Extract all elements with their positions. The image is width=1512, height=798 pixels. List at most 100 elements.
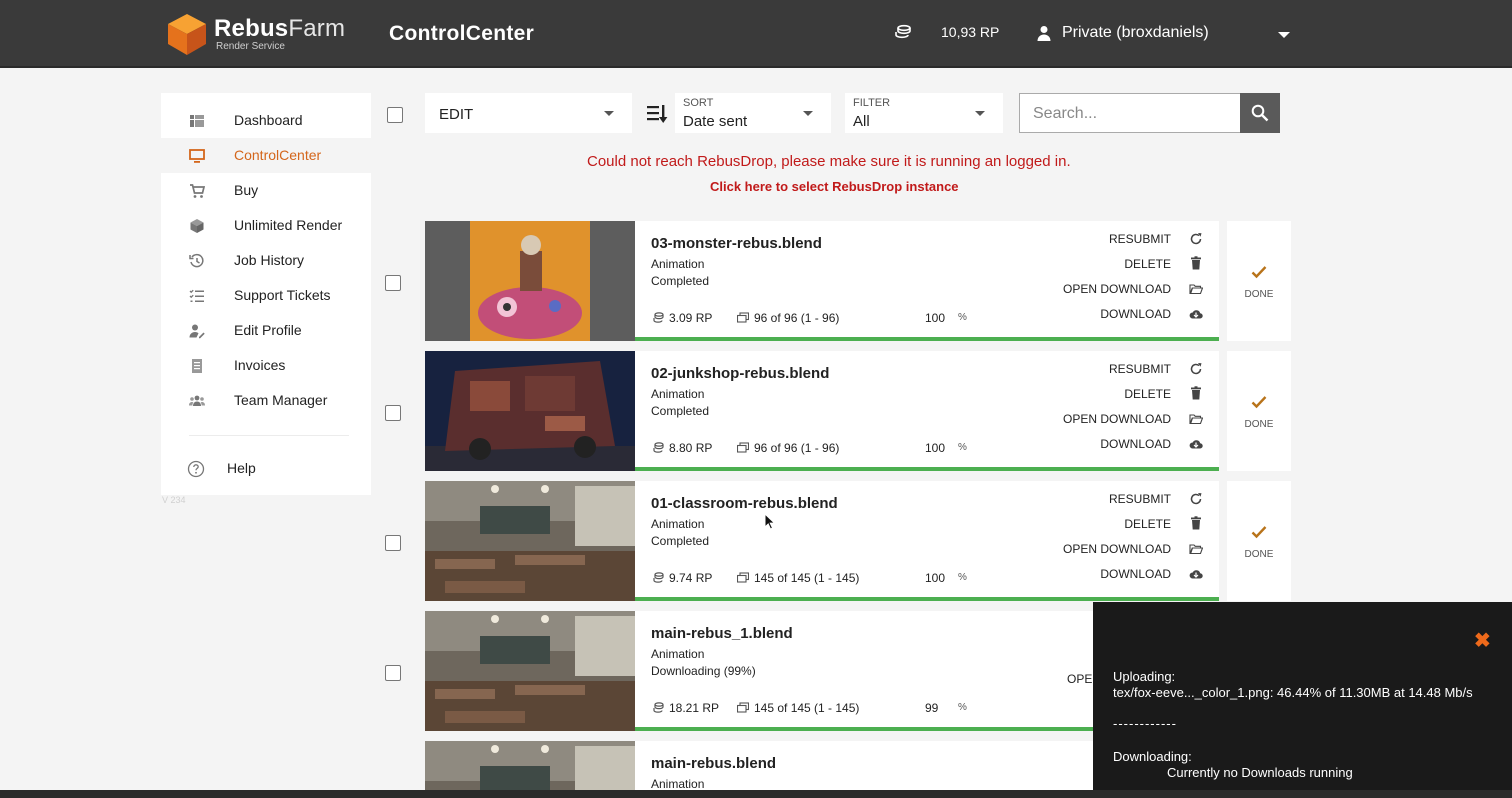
job-name[interactable]: 01-classroom-rebus.blend	[651, 495, 838, 512]
search-input[interactable]: Search...	[1019, 93, 1241, 133]
job-thumbnail[interactable]	[425, 221, 635, 341]
team-icon	[189, 395, 205, 406]
job-cost: 3.09 RP	[669, 311, 713, 325]
job-card: 01-classroom-rebus.blend Animation Compl…	[425, 481, 1219, 601]
delete-button[interactable]: DELETE	[1124, 257, 1171, 271]
job-cost: 9.74 RP	[669, 571, 713, 585]
job-cost: 18.21 RP	[669, 701, 720, 715]
brand-sub: Render Service	[216, 40, 285, 52]
download-button[interactable]: DOWNLOAD	[1100, 437, 1171, 451]
sidebar-item-buy[interactable]: Buy	[161, 173, 371, 208]
version-label: V 234	[162, 495, 186, 505]
folder-open-icon[interactable]	[1189, 542, 1203, 556]
job-name[interactable]: main-rebus.blend	[651, 755, 776, 772]
job-checkbox[interactable]	[385, 275, 401, 291]
resubmit-button[interactable]: RESUBMIT	[1109, 492, 1171, 506]
account-menu[interactable]: Private (broxdaniels)	[1036, 24, 1209, 42]
job-type: Animation	[651, 517, 705, 531]
downloading-detail: Currently no Downloads running	[1167, 765, 1353, 780]
select-rebusdrop-link[interactable]: Click here to select RebusDrop instance	[710, 179, 959, 194]
sidebar-item-unlimited-render[interactable]: Unlimited Render	[161, 208, 371, 243]
job-done-indicator: DONE	[1227, 481, 1291, 601]
cloud-download-icon[interactable]	[1189, 307, 1203, 321]
sidebar-item-edit-profile[interactable]: Edit Profile	[161, 313, 371, 348]
job-thumbnail[interactable]	[425, 611, 635, 731]
job-status: Completed	[651, 404, 710, 418]
open-download-button[interactable]: OPE	[1067, 672, 1092, 686]
job-checkbox[interactable]	[385, 405, 401, 421]
open-download-button[interactable]: OPEN DOWNLOAD	[1063, 282, 1171, 296]
trash-icon[interactable]	[1189, 516, 1203, 530]
sidebar-item-job-history[interactable]: Job History	[161, 243, 371, 278]
close-icon[interactable]: ✖	[1474, 628, 1491, 653]
brand-light: Farm	[288, 14, 346, 42]
job-name[interactable]: 02-junkshop-rebus.blend	[651, 365, 829, 382]
cloud-download-icon[interactable]	[1189, 437, 1203, 451]
dashboard-icon	[190, 115, 204, 127]
sidebar-item-label: Support Tickets	[234, 287, 331, 303]
sidebar-item-support-tickets[interactable]: Support Tickets	[161, 278, 371, 313]
cloud-download-icon[interactable]	[1189, 567, 1203, 581]
job-percent: 100	[925, 571, 946, 585]
sidebar-item-label: Dashboard	[234, 112, 303, 128]
sidebar-item-dashboard[interactable]: Dashboard	[161, 103, 371, 138]
job-status: Downloading (99%)	[651, 664, 756, 678]
sort-value: Date sent	[683, 113, 748, 130]
job-checkbox[interactable]	[385, 665, 401, 681]
checkmark-icon	[1251, 266, 1267, 279]
sidebar-item-help[interactable]: Help	[161, 451, 371, 486]
open-download-button[interactable]: OPEN DOWNLOAD	[1063, 542, 1171, 556]
folder-open-icon[interactable]	[1189, 282, 1203, 296]
refresh-icon[interactable]	[1189, 362, 1203, 376]
percent-icon: %	[958, 312, 967, 323]
job-checkbox[interactable]	[385, 535, 401, 551]
monitor-icon	[189, 149, 205, 163]
job-thumbnail[interactable]	[425, 741, 635, 790]
sidebar-item-invoices[interactable]: Invoices	[161, 348, 371, 383]
frames-icon	[737, 702, 749, 713]
sidebar-item-label: Invoices	[234, 357, 286, 373]
edit-dropdown-value: EDIT	[439, 106, 474, 123]
folder-open-icon[interactable]	[1189, 412, 1203, 426]
job-type: Animation	[651, 387, 705, 401]
sidebar-divider	[189, 435, 349, 436]
resubmit-button[interactable]: RESUBMIT	[1109, 232, 1171, 246]
refresh-icon[interactable]	[1189, 232, 1203, 246]
delete-button[interactable]: DELETE	[1124, 517, 1171, 531]
checkmark-icon	[1251, 396, 1267, 409]
search-placeholder: Search...	[1033, 105, 1098, 122]
job-thumbnail[interactable]	[425, 481, 635, 601]
job-done-indicator: DONE	[1227, 351, 1291, 471]
download-button[interactable]: DOWNLOAD	[1100, 567, 1171, 581]
trash-icon[interactable]	[1189, 256, 1203, 270]
delete-button[interactable]: DELETE	[1124, 387, 1171, 401]
sidebar-help-label: Help	[227, 460, 256, 476]
sort-order-icon[interactable]	[647, 104, 669, 124]
search-icon	[1251, 104, 1269, 122]
rebusfarm-logo[interactable]: RebusFarm Render Service	[166, 12, 345, 56]
job-name[interactable]: main-rebus_1.blend	[651, 625, 793, 642]
resubmit-button[interactable]: RESUBMIT	[1109, 362, 1171, 376]
rebusdrop-error-message: Could not reach RebusDrop, please make s…	[587, 153, 1071, 170]
sidebar-item-controlcenter[interactable]: ControlCenter	[161, 138, 371, 173]
account-dropdown-caret-icon[interactable]	[1278, 32, 1290, 38]
job-thumbnail[interactable]	[425, 351, 635, 471]
edit-dropdown[interactable]: EDIT	[425, 93, 632, 133]
open-download-button[interactable]: OPEN DOWNLOAD	[1063, 412, 1171, 426]
search-button[interactable]	[1240, 93, 1280, 133]
select-all-checkbox[interactable]	[387, 107, 403, 123]
sidebar: Dashboard ControlCenter Buy Unlimited Re…	[161, 93, 371, 495]
refresh-icon[interactable]	[1189, 492, 1203, 506]
job-percent: 100	[925, 441, 946, 455]
sort-dropdown[interactable]: SORT Date sent	[675, 93, 831, 133]
sidebar-item-team-manager[interactable]: Team Manager	[161, 383, 371, 418]
cube-logo-icon	[168, 14, 206, 55]
download-button[interactable]: DOWNLOAD	[1100, 307, 1171, 321]
job-frames: 96 of 96 (1 - 96)	[754, 311, 840, 325]
filter-dropdown[interactable]: FILTER All	[845, 93, 1003, 133]
brand-main: Rebus	[214, 14, 289, 42]
job-name[interactable]: 03-monster-rebus.blend	[651, 235, 822, 252]
job-card: 02-junkshop-rebus.blend Animation Comple…	[425, 351, 1219, 471]
job-progress-fill	[635, 337, 1219, 341]
trash-icon[interactable]	[1189, 386, 1203, 400]
